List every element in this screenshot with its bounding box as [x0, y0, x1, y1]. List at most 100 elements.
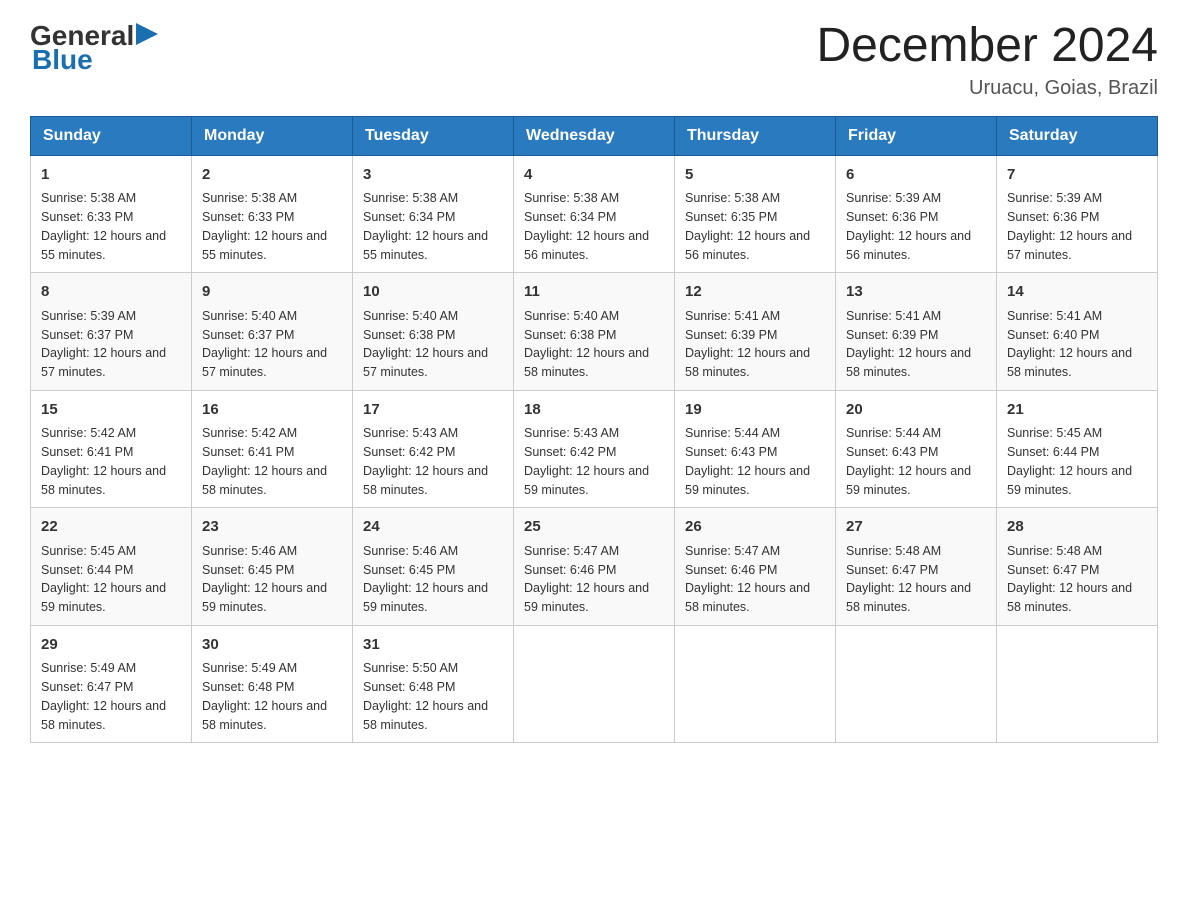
- day-info: Sunrise: 5:38 AMSunset: 6:34 PMDaylight:…: [524, 189, 664, 264]
- calendar-week-row: 29Sunrise: 5:49 AMSunset: 6:47 PMDayligh…: [31, 625, 1158, 743]
- calendar-cell: 24 Sunrise: 5:46 AMSunset: 6:45 PMDayligh…: [353, 508, 514, 626]
- day-number: 14: [1007, 281, 1147, 304]
- day-number: 22: [41, 516, 181, 539]
- day-info: Sunrise: 5:41 AMSunset: 6:40 PMDaylight:…: [1007, 307, 1147, 382]
- logo-text-blue: Blue: [32, 44, 93, 76]
- calendar-week-row: 1Sunrise: 5:38 AMSunset: 6:33 PMDaylight…: [31, 155, 1158, 273]
- calendar-cell: 14 Sunrise: 5:41 AMSunset: 6:40 PMDayligh…: [997, 273, 1158, 391]
- day-number: 13: [846, 281, 986, 304]
- day-number: 29: [41, 634, 181, 657]
- day-number: 5: [685, 164, 825, 187]
- logo: General Blue: [30, 20, 158, 76]
- day-number: 24: [363, 516, 503, 539]
- day-number: 6: [846, 164, 986, 187]
- day-info: Sunrise: 5:41 AMSunset: 6:39 PMDaylight:…: [685, 307, 825, 382]
- calendar-cell: 9 Sunrise: 5:40 AMSunset: 6:37 PMDaylight…: [192, 273, 353, 391]
- calendar-cell: 21Sunrise: 5:45 AMSunset: 6:44 PMDayligh…: [997, 390, 1158, 508]
- day-number: 23: [202, 516, 342, 539]
- calendar-cell: 19Sunrise: 5:44 AMSunset: 6:43 PMDayligh…: [675, 390, 836, 508]
- day-info: Sunrise: 5:48 AMSunset: 6:47 PMDaylight:…: [846, 542, 986, 617]
- day-number: 26: [685, 516, 825, 539]
- day-number: 11: [524, 281, 664, 304]
- header-monday: Monday: [192, 116, 353, 155]
- day-number: 16: [202, 399, 342, 422]
- day-info: Sunrise: 5:45 AMSunset: 6:44 PMDaylight:…: [1007, 424, 1147, 499]
- day-info: Sunrise: 5:44 AMSunset: 6:43 PMDaylight:…: [685, 424, 825, 499]
- header-sunday: Sunday: [31, 116, 192, 155]
- calendar-cell: 28Sunrise: 5:48 AMSunset: 6:47 PMDayligh…: [997, 508, 1158, 626]
- day-info: Sunrise: 5:38 AMSunset: 6:33 PMDaylight:…: [202, 189, 342, 264]
- calendar-cell: 2Sunrise: 5:38 AMSunset: 6:33 PMDaylight…: [192, 155, 353, 273]
- calendar-cell: 17Sunrise: 5:43 AMSunset: 6:42 PMDayligh…: [353, 390, 514, 508]
- calendar-cell: 8Sunrise: 5:39 AMSunset: 6:37 PMDaylight…: [31, 273, 192, 391]
- calendar-title: December 2024: [816, 20, 1158, 73]
- day-number: 12: [685, 281, 825, 304]
- calendar-cell: [997, 625, 1158, 743]
- header-tuesday: Tuesday: [353, 116, 514, 155]
- calendar-cell: 22 Sunrise: 5:45 AMSunset: 6:44 PMDayligh…: [31, 508, 192, 626]
- day-info: Sunrise: 5:47 AMSunset: 6:46 PMDaylight:…: [524, 542, 664, 617]
- day-info: Sunrise: 5:43 AMSunset: 6:42 PMDaylight:…: [363, 424, 503, 499]
- calendar-header-row: SundayMondayTuesdayWednesdayThursdayFrid…: [31, 116, 1158, 155]
- day-info: Sunrise: 5:46 AMSunset: 6:45 PMDaylight:…: [363, 542, 503, 617]
- day-info: Sunrise: 5:40 AMSunset: 6:38 PMDaylight:…: [524, 307, 664, 382]
- header-saturday: Saturday: [997, 116, 1158, 155]
- day-info: Sunrise: 5:46 AMSunset: 6:45 PMDaylight:…: [202, 542, 342, 617]
- calendar-week-row: 22 Sunrise: 5:45 AMSunset: 6:44 PMDayligh…: [31, 508, 1158, 626]
- calendar-cell: 1Sunrise: 5:38 AMSunset: 6:33 PMDaylight…: [31, 155, 192, 273]
- day-info: Sunrise: 5:40 AMSunset: 6:38 PMDaylight:…: [363, 307, 503, 382]
- day-info: Sunrise: 5:39 AMSunset: 6:36 PMDaylight:…: [846, 189, 986, 264]
- calendar-cell: 12 Sunrise: 5:41 AMSunset: 6:39 PMDayligh…: [675, 273, 836, 391]
- day-number: 1: [41, 164, 181, 187]
- calendar-cell: 16Sunrise: 5:42 AMSunset: 6:41 PMDayligh…: [192, 390, 353, 508]
- day-info: Sunrise: 5:38 AMSunset: 6:34 PMDaylight:…: [363, 189, 503, 264]
- day-info: Sunrise: 5:38 AMSunset: 6:33 PMDaylight:…: [41, 189, 181, 264]
- header-wednesday: Wednesday: [514, 116, 675, 155]
- calendar-week-row: 8Sunrise: 5:39 AMSunset: 6:37 PMDaylight…: [31, 273, 1158, 391]
- day-info: Sunrise: 5:41 AMSunset: 6:39 PMDaylight:…: [846, 307, 986, 382]
- calendar-cell: 31Sunrise: 5:50 AMSunset: 6:48 PMDayligh…: [353, 625, 514, 743]
- day-number: 4: [524, 164, 664, 187]
- day-number: 20: [846, 399, 986, 422]
- page-header: General Blue December 2024 Uruacu, Goias…: [30, 20, 1158, 100]
- day-info: Sunrise: 5:38 AMSunset: 6:35 PMDaylight:…: [685, 189, 825, 264]
- day-number: 25: [524, 516, 664, 539]
- day-number: 3: [363, 164, 503, 187]
- calendar-cell: [836, 625, 997, 743]
- day-number: 18: [524, 399, 664, 422]
- calendar-cell: [514, 625, 675, 743]
- calendar-cell: 3Sunrise: 5:38 AMSunset: 6:34 PMDaylight…: [353, 155, 514, 273]
- day-info: Sunrise: 5:39 AMSunset: 6:36 PMDaylight:…: [1007, 189, 1147, 264]
- day-info: Sunrise: 5:39 AMSunset: 6:37 PMDaylight:…: [41, 307, 181, 382]
- day-number: 28: [1007, 516, 1147, 539]
- day-info: Sunrise: 5:49 AMSunset: 6:47 PMDaylight:…: [41, 659, 181, 734]
- day-number: 30: [202, 634, 342, 657]
- calendar-cell: 18Sunrise: 5:43 AMSunset: 6:42 PMDayligh…: [514, 390, 675, 508]
- day-number: 15: [41, 399, 181, 422]
- calendar-cell: 6Sunrise: 5:39 AMSunset: 6:36 PMDaylight…: [836, 155, 997, 273]
- calendar-cell: 10Sunrise: 5:40 AMSunset: 6:38 PMDayligh…: [353, 273, 514, 391]
- day-number: 9: [202, 281, 342, 304]
- day-info: Sunrise: 5:49 AMSunset: 6:48 PMDaylight:…: [202, 659, 342, 734]
- day-info: Sunrise: 5:40 AMSunset: 6:37 PMDaylight:…: [202, 307, 342, 382]
- day-number: 2: [202, 164, 342, 187]
- day-info: Sunrise: 5:45 AMSunset: 6:44 PMDaylight:…: [41, 542, 181, 617]
- day-number: 7: [1007, 164, 1147, 187]
- header-thursday: Thursday: [675, 116, 836, 155]
- day-info: Sunrise: 5:47 AMSunset: 6:46 PMDaylight:…: [685, 542, 825, 617]
- calendar-cell: 11 Sunrise: 5:40 AMSunset: 6:38 PMDayligh…: [514, 273, 675, 391]
- calendar-cell: 7Sunrise: 5:39 AMSunset: 6:36 PMDaylight…: [997, 155, 1158, 273]
- calendar-cell: [675, 625, 836, 743]
- calendar-cell: 25 Sunrise: 5:47 AMSunset: 6:46 PMDayligh…: [514, 508, 675, 626]
- calendar-week-row: 15Sunrise: 5:42 AMSunset: 6:41 PMDayligh…: [31, 390, 1158, 508]
- calendar-table: SundayMondayTuesdayWednesdayThursdayFrid…: [30, 116, 1158, 744]
- day-number: 21: [1007, 399, 1147, 422]
- calendar-cell: 27Sunrise: 5:48 AMSunset: 6:47 PMDayligh…: [836, 508, 997, 626]
- calendar-cell: 26 Sunrise: 5:47 AMSunset: 6:46 PMDayligh…: [675, 508, 836, 626]
- logo-triangle-icon: [136, 23, 158, 45]
- day-info: Sunrise: 5:50 AMSunset: 6:48 PMDaylight:…: [363, 659, 503, 734]
- calendar-cell: 15Sunrise: 5:42 AMSunset: 6:41 PMDayligh…: [31, 390, 192, 508]
- day-info: Sunrise: 5:43 AMSunset: 6:42 PMDaylight:…: [524, 424, 664, 499]
- calendar-cell: 29Sunrise: 5:49 AMSunset: 6:47 PMDayligh…: [31, 625, 192, 743]
- calendar-cell: 4Sunrise: 5:38 AMSunset: 6:34 PMDaylight…: [514, 155, 675, 273]
